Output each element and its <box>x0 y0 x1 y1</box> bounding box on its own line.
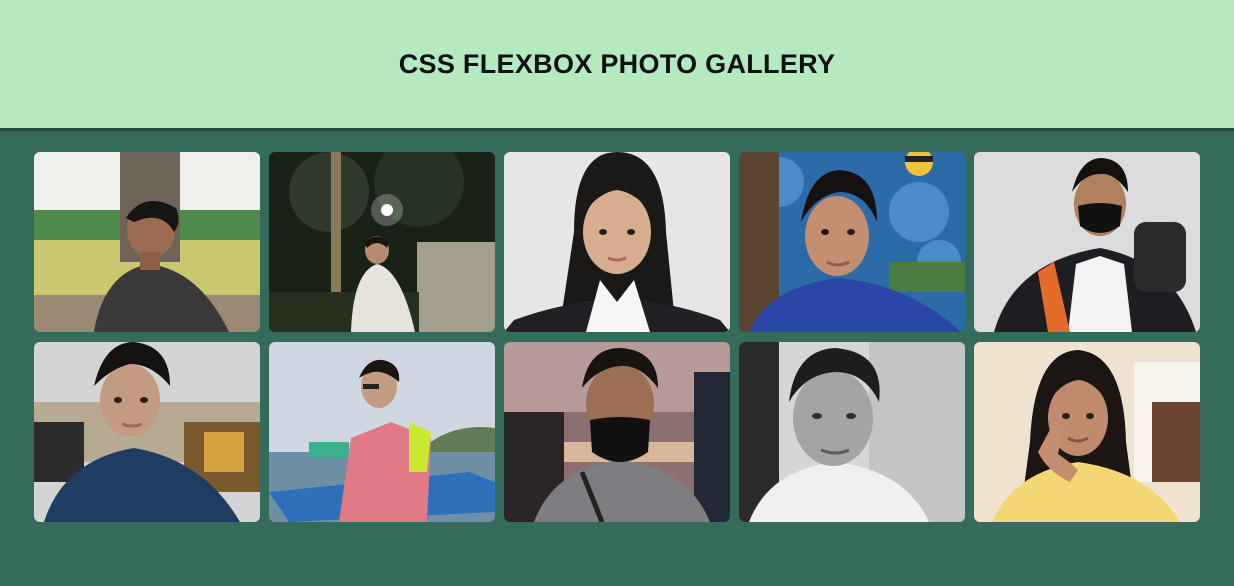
gallery-photo-4[interactable] <box>739 152 965 332</box>
portrait-photo-icon <box>269 152 495 332</box>
gallery-photo-7[interactable] <box>269 342 495 522</box>
portrait-photo-icon <box>504 152 730 332</box>
gallery-photo-9[interactable] <box>739 342 965 522</box>
portrait-photo-icon <box>974 152 1200 332</box>
page-header: CSS FLEXBOX PHOTO GALLERY <box>0 0 1234 131</box>
photo-gallery <box>0 131 1214 522</box>
gallery-photo-8[interactable] <box>504 342 730 522</box>
portrait-photo-icon <box>504 342 730 522</box>
gallery-photo-5[interactable] <box>974 152 1200 332</box>
gallery-photo-2[interactable] <box>269 152 495 332</box>
gallery-photo-6[interactable] <box>34 342 260 522</box>
portrait-photo-icon <box>974 342 1200 522</box>
gallery-photo-10[interactable] <box>974 342 1200 522</box>
page-title: CSS FLEXBOX PHOTO GALLERY <box>398 48 836 79</box>
gallery-photo-1[interactable] <box>34 152 260 332</box>
portrait-photo-icon <box>739 152 965 332</box>
portrait-photo-icon <box>34 342 260 522</box>
portrait-photo-icon <box>34 152 260 332</box>
gallery-photo-3[interactable] <box>504 152 730 332</box>
portrait-photo-icon <box>739 342 965 522</box>
portrait-photo-icon <box>269 342 495 522</box>
